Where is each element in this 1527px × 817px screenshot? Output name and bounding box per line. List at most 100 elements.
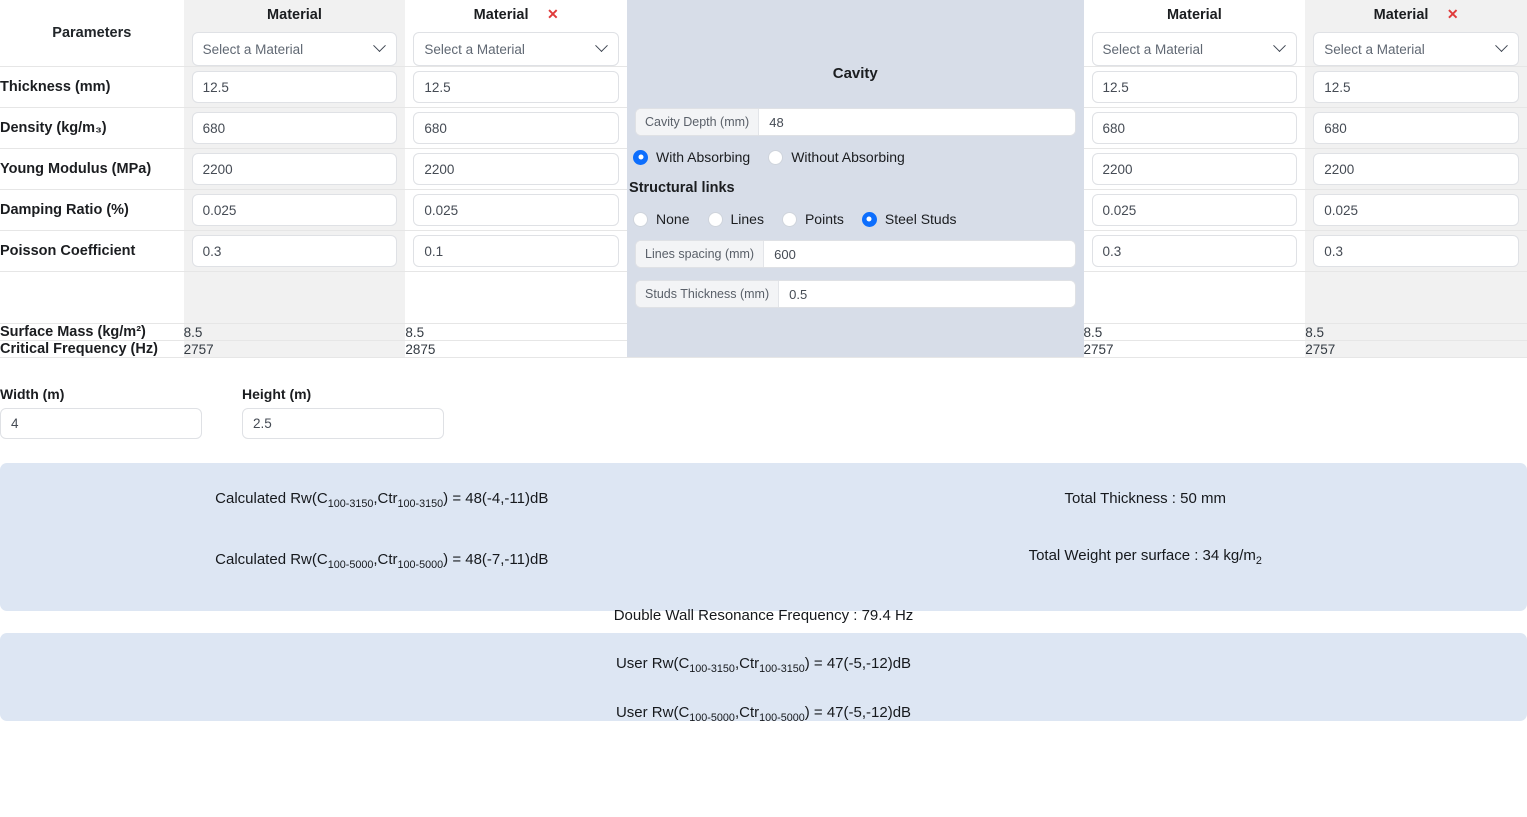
- cell-thickness-4: [1305, 66, 1527, 108]
- material-select-3[interactable]: Select a Material: [1091, 32, 1298, 66]
- material-header-cell-2: Material ✕ Select a Material: [405, 0, 628, 67]
- damping-ratio-input-1[interactable]: [191, 194, 398, 226]
- cavity-depth-input[interactable]: [759, 109, 1075, 135]
- user-rw-3150: User Rw(C100-3150,Ctr100-3150) = 47(-5,-…: [0, 649, 1527, 681]
- user-results-panel: User Rw(C100-3150,Ctr100-3150) = 47(-5,-…: [0, 633, 1527, 724]
- cell-density-3: [1083, 107, 1306, 149]
- calculated-rw-3150-sub1: 100-3150: [327, 498, 374, 510]
- cell-damping-3: [1083, 189, 1306, 231]
- lines-spacing-group: Lines spacing (mm): [627, 234, 1083, 274]
- material-select-4[interactable]: Select a Material: [1313, 32, 1519, 66]
- density-input-3[interactable]: [1091, 112, 1298, 144]
- young-modulus-input-4[interactable]: [1313, 153, 1519, 185]
- thickness-input-2[interactable]: [413, 71, 620, 103]
- poisson-input-3[interactable]: [1091, 235, 1298, 267]
- totals-column: Total Thickness : 50 mm Total Weight per…: [764, 481, 1527, 581]
- wall-configurator-page: Parameters Material Select a Material Ma…: [0, 0, 1527, 724]
- thickness-input-1[interactable]: [191, 71, 398, 103]
- studs-thickness-input[interactable]: [779, 281, 1075, 307]
- cavity-title: Cavity: [832, 65, 878, 82]
- cell-young-1: [183, 148, 406, 190]
- material-header-cell-4: Material ✕ Select a Material: [1305, 0, 1527, 67]
- density-input-2[interactable]: [413, 112, 620, 144]
- cell-poisson-4: [1305, 230, 1527, 272]
- cell-poisson-2: [405, 230, 628, 272]
- material-select-wrap-2: Select a Material: [405, 32, 627, 66]
- radio-with-absorbing-label: With Absorbing: [656, 149, 751, 165]
- calculated-results-grid: Calculated Rw(C100-3150,Ctr100-3150) = 4…: [0, 481, 1527, 581]
- cavity-column: Cavity Cavity Depth (mm) With Absorbing: [627, 0, 1084, 358]
- thickness-input-4[interactable]: [1313, 71, 1519, 103]
- radio-points[interactable]: Points: [781, 211, 844, 227]
- cell-density-1: [183, 107, 406, 149]
- material-header-cell-3: Material Select a Material: [1083, 0, 1306, 67]
- calculated-results-panel: Calculated Rw(C100-3150,Ctr100-3150) = 4…: [0, 463, 1527, 624]
- damping-ratio-input-2[interactable]: [413, 194, 620, 226]
- user-rw-3150-sub2: 100-3150: [759, 663, 805, 675]
- parameters-header-label: Parameters: [52, 25, 132, 41]
- user-rw-3150-mid: ,Ctr: [734, 655, 760, 672]
- young-modulus-input-2[interactable]: [413, 153, 620, 185]
- poisson-input-2[interactable]: [413, 235, 620, 267]
- lines-spacing-input[interactable]: [764, 241, 1075, 267]
- density-input-1[interactable]: [191, 112, 398, 144]
- radio-without-absorbing[interactable]: Without Absorbing: [768, 149, 905, 165]
- damping-ratio-input-4[interactable]: [1313, 194, 1519, 226]
- row-label-young-modulus: Young Modulus (MPa): [0, 148, 184, 190]
- material-title-1: Material: [267, 7, 322, 23]
- material-title-4: Material: [1373, 7, 1429, 23]
- cell-thickness-3: [1083, 66, 1306, 108]
- calculated-rw-3150: Calculated Rw(C100-3150,Ctr100-3150) = 4…: [0, 481, 764, 520]
- radio-none[interactable]: None: [633, 211, 690, 227]
- calculated-rw-5000-mid: ,Ctr: [373, 550, 398, 568]
- surface-mass-value-2: 8.5: [405, 323, 628, 341]
- young-modulus-input-1[interactable]: [191, 153, 398, 185]
- material-title-2: Material: [473, 7, 529, 23]
- material-select-1[interactable]: Select a Material: [191, 32, 398, 66]
- calculated-rw-5000: Calculated Rw(C100-5000,Ctr100-5000) = 4…: [0, 520, 764, 581]
- user-rw-5000-sub2: 100-5000: [759, 712, 805, 724]
- remove-material-icon-2[interactable]: ✕: [547, 7, 559, 21]
- cell-young-3: [1083, 148, 1306, 190]
- remove-material-icon-4[interactable]: ✕: [1447, 7, 1459, 21]
- critical-frequency-value-3: 2757: [1083, 340, 1306, 358]
- height-input[interactable]: [242, 408, 444, 439]
- user-rw-3150-sub1: 100-3150: [689, 663, 735, 675]
- damping-ratio-input-3[interactable]: [1091, 194, 1298, 226]
- radio-dot-icon: [768, 149, 784, 165]
- cell-poisson-3: [1083, 230, 1306, 272]
- cell-damping-4: [1305, 189, 1527, 231]
- structural-links-radio-group: None Lines Points Steel Studs: [627, 204, 1083, 234]
- cell-poisson-1: [183, 230, 406, 272]
- studs-thickness-group: Studs Thickness (mm): [627, 274, 1083, 314]
- radio-with-absorbing[interactable]: With Absorbing: [633, 149, 750, 165]
- calculated-rw-3150-sub2: 100-3150: [397, 498, 444, 510]
- material-header-2: Material ✕: [405, 0, 627, 32]
- width-input[interactable]: [0, 408, 202, 439]
- double-wall-resonance-frequency: Double Wall Resonance Frequency : 79.4 H…: [613, 606, 914, 624]
- surface-mass-value-4: 8.5: [1305, 323, 1527, 341]
- young-modulus-input-3[interactable]: [1091, 153, 1298, 185]
- radio-steel-studs[interactable]: Steel Studs: [861, 211, 957, 227]
- row-label-thickness: Thickness (mm): [0, 66, 184, 108]
- row-label-density: Density (kg/m₃): [0, 107, 184, 149]
- radio-steel-studs-label: Steel Studs: [884, 211, 957, 227]
- thickness-input-3[interactable]: [1091, 71, 1298, 103]
- parameters-header-cell: Parameters: [0, 0, 184, 67]
- calculated-rw-5000-sub1: 100-5000: [327, 558, 374, 571]
- radio-lines[interactable]: Lines: [707, 211, 764, 227]
- material-select-2[interactable]: Select a Material: [413, 32, 620, 66]
- radio-dot-icon: [633, 149, 649, 165]
- cell-density-4: [1305, 107, 1527, 149]
- row-label-poisson: Poisson Coefficient: [0, 230, 184, 272]
- radio-dot-icon: [781, 211, 797, 227]
- spacer-4: [1305, 271, 1527, 324]
- material-select-wrap-4: Select a Material: [1305, 32, 1527, 66]
- material-header-cell-1: Material Select a Material: [183, 0, 406, 67]
- poisson-input-1[interactable]: [191, 235, 398, 267]
- density-input-4[interactable]: [1313, 112, 1519, 144]
- poisson-input-4[interactable]: [1313, 235, 1519, 267]
- user-rw-5000-suffix: ) = 47(-5,-12)dB: [804, 704, 912, 721]
- surface-mass-value-1: 8.5: [183, 323, 406, 341]
- height-block: Height (m): [242, 386, 444, 439]
